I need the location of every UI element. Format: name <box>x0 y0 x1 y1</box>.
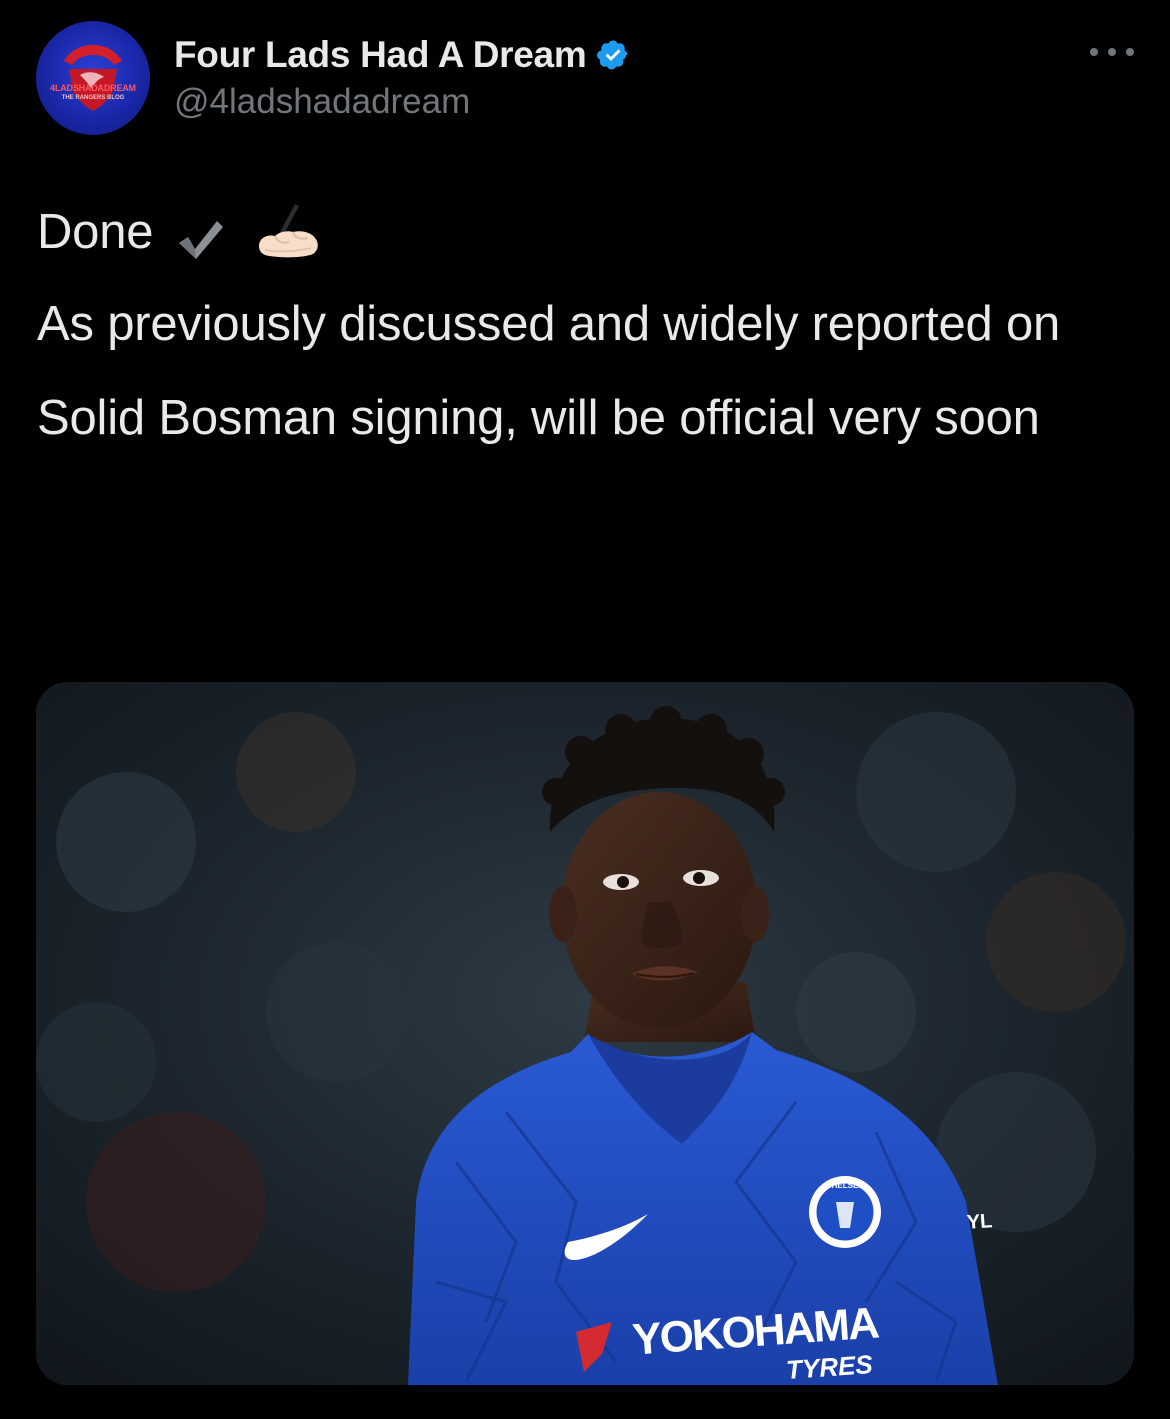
more-horizontal-icon[interactable] <box>1090 40 1134 64</box>
dot <box>1126 48 1134 56</box>
kit-sleeve-text: YL <box>966 1210 993 1234</box>
kit-badge-text: CHELSEA <box>826 1181 864 1190</box>
tweet-text: Done As previously discussed and widely … <box>37 196 1127 474</box>
tweet: 4LADSHADADREAM THE RANGERS BLOG Four Lad… <box>0 0 1170 1419</box>
handle[interactable]: @4ladshadadream <box>174 82 630 122</box>
tweet-text-paragraph2: As previously discussed and widely repor… <box>37 297 1061 351</box>
writing-hand-icon <box>253 200 323 264</box>
tweet-text-line1: Done <box>37 205 154 259</box>
display-name-row: Four Lads Had A Dream <box>174 30 630 80</box>
avatar-logo-subtext: THE RANGERS BLOG <box>62 95 125 101</box>
display-name[interactable]: Four Lads Had A Dream <box>174 34 587 76</box>
heavy-check-mark-icon <box>175 209 225 259</box>
avatar[interactable]: 4LADSHADADREAM THE RANGERS BLOG <box>36 21 150 135</box>
author-block: Four Lads Had A Dream @4ladshadadream <box>174 30 630 122</box>
tweet-line-done: Done <box>37 196 1127 268</box>
dot <box>1090 48 1098 56</box>
tweet-text-paragraph3: Solid Bosman signing, will be official v… <box>37 391 1040 445</box>
avatar-logo-text: 4LADSHADADREAM <box>50 83 136 93</box>
dot <box>1108 48 1116 56</box>
tweet-photo[interactable]: CHELSEA YL YOKOHAMA TYRES <box>36 682 1134 1385</box>
kit-sponsor-sub-text: TYRES <box>785 1349 874 1385</box>
verified-badge-icon <box>596 38 630 72</box>
